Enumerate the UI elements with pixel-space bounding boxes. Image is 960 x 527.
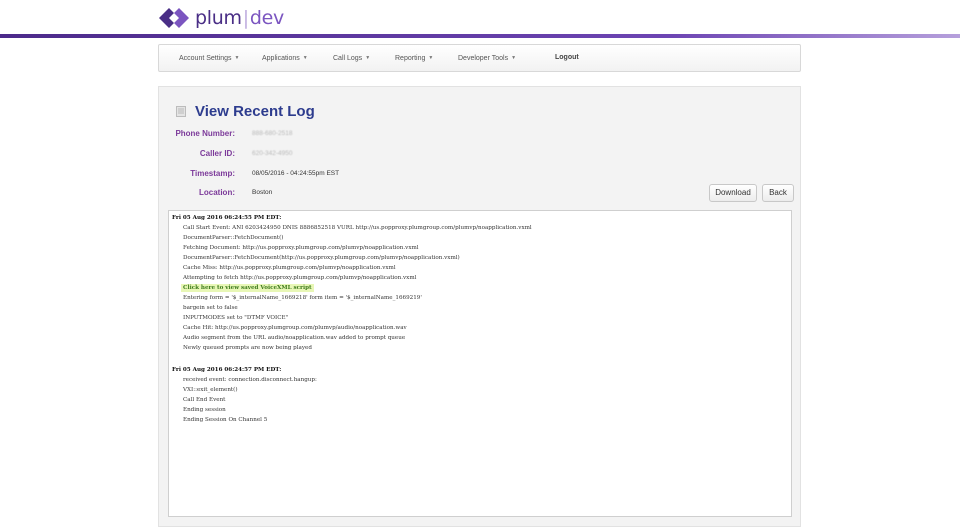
phone-number-label: Phone Number:: [175, 129, 235, 138]
nav-call-logs[interactable]: Call Logs ▼: [333, 45, 370, 71]
nav-account-settings[interactable]: Account Settings ▼: [179, 45, 239, 71]
page-header: View Recent Log: [176, 101, 315, 121]
log-line: Audio segment from the URL audio/noappli…: [183, 335, 406, 341]
plum-logo-icon: [159, 8, 189, 28]
log-line: Ending session: [183, 407, 226, 413]
log-line: Call Start Event: ANI 6203424950 DNIS 88…: [183, 225, 532, 231]
location-label: Location:: [199, 188, 235, 197]
nav-applications-label: Applications: [262, 55, 300, 62]
log-output[interactable]: Fri 05 Aug 2016 06:24:55 PM EDT: Call St…: [168, 210, 792, 517]
timestamp-label: Timestamp:: [190, 169, 235, 178]
log-line: bargein set to false: [183, 305, 238, 311]
log-line: Cache Hit: http://us.popproxy.plumgroup.…: [183, 325, 407, 331]
log-line: DocumentParser::FetchDocument(): [183, 235, 284, 241]
logo[interactable]: plum|dev: [158, 6, 284, 30]
log-line: INPUTMODES set to "DTMF VOICE": [183, 315, 289, 321]
caret-down-icon: ▼: [365, 55, 371, 61]
log-line: VXI::exit_element(): [183, 387, 238, 393]
logo-text-secondary: dev: [249, 7, 284, 29]
log-line: Cache Miss: http://us.popproxy.plumgroup…: [183, 265, 396, 271]
page-title: View Recent Log: [195, 102, 315, 120]
logo-text-primary: plum: [195, 7, 242, 29]
location-value: Boston: [252, 189, 273, 196]
log-line: Fetching Document: http://us.popproxy.pl…: [183, 245, 419, 251]
download-button[interactable]: Download: [709, 184, 757, 202]
log-line: Call End Event: [183, 397, 226, 403]
nav-developer-tools[interactable]: Developer Tools ▼: [458, 45, 516, 71]
timestamp-value: 08/05/2016 - 04:24:55pm EST: [252, 170, 340, 177]
log-line: Entering form = '$_internalName_1669218'…: [183, 295, 422, 301]
log-line: DocumentParser::FetchDocument(http://us.…: [183, 255, 460, 261]
nav-account-settings-label: Account Settings: [179, 55, 232, 62]
caret-down-icon: ▼: [511, 55, 517, 61]
header-accent-line: [0, 34, 960, 38]
document-icon: [176, 105, 186, 117]
main-navbar: Account Settings ▼ Applications ▼ Call Log…: [158, 44, 801, 72]
logo-separator: |: [242, 7, 249, 29]
back-button[interactable]: Back: [762, 184, 794, 202]
caller-id-value: 620-342-4950: [252, 150, 293, 157]
nav-reporting[interactable]: Reporting ▼: [395, 45, 433, 71]
nav-logout[interactable]: Logout: [555, 45, 579, 71]
logo-wordmark: plum|dev: [195, 6, 284, 30]
caret-down-icon: ▼: [428, 55, 434, 61]
log-line-header: Fri 05 Aug 2016 06:24:55 PM EDT:: [172, 215, 282, 221]
caret-down-icon: ▼: [302, 55, 308, 61]
nav-reporting-label: Reporting: [395, 55, 426, 62]
log-line: received event: connection.disconnect.ha…: [183, 377, 317, 383]
log-line: Newly queued prompts are now being playe…: [183, 345, 312, 351]
caller-id-label: Caller ID:: [199, 149, 235, 158]
log-line: Attempting to fetch http://us.popproxy.p…: [183, 275, 417, 281]
view-voicexml-link[interactable]: Click here to view saved VoiceXML script: [181, 284, 314, 292]
log-line: Ending Session On Channel 5: [183, 417, 268, 423]
caret-down-icon: ▼: [234, 55, 240, 61]
log-line-header: Fri 05 Aug 2016 06:24:57 PM EDT:: [172, 367, 282, 373]
log-panel: View Recent Log Phone Number: 888-680-25…: [158, 86, 801, 527]
phone-number-value: 888-680-2518: [252, 130, 293, 137]
nav-developer-tools-label: Developer Tools: [458, 55, 509, 62]
top-bar: plum|dev: [0, 0, 960, 34]
nav-applications[interactable]: Applications ▼: [262, 45, 308, 71]
nav-call-logs-label: Call Logs: [333, 55, 363, 62]
